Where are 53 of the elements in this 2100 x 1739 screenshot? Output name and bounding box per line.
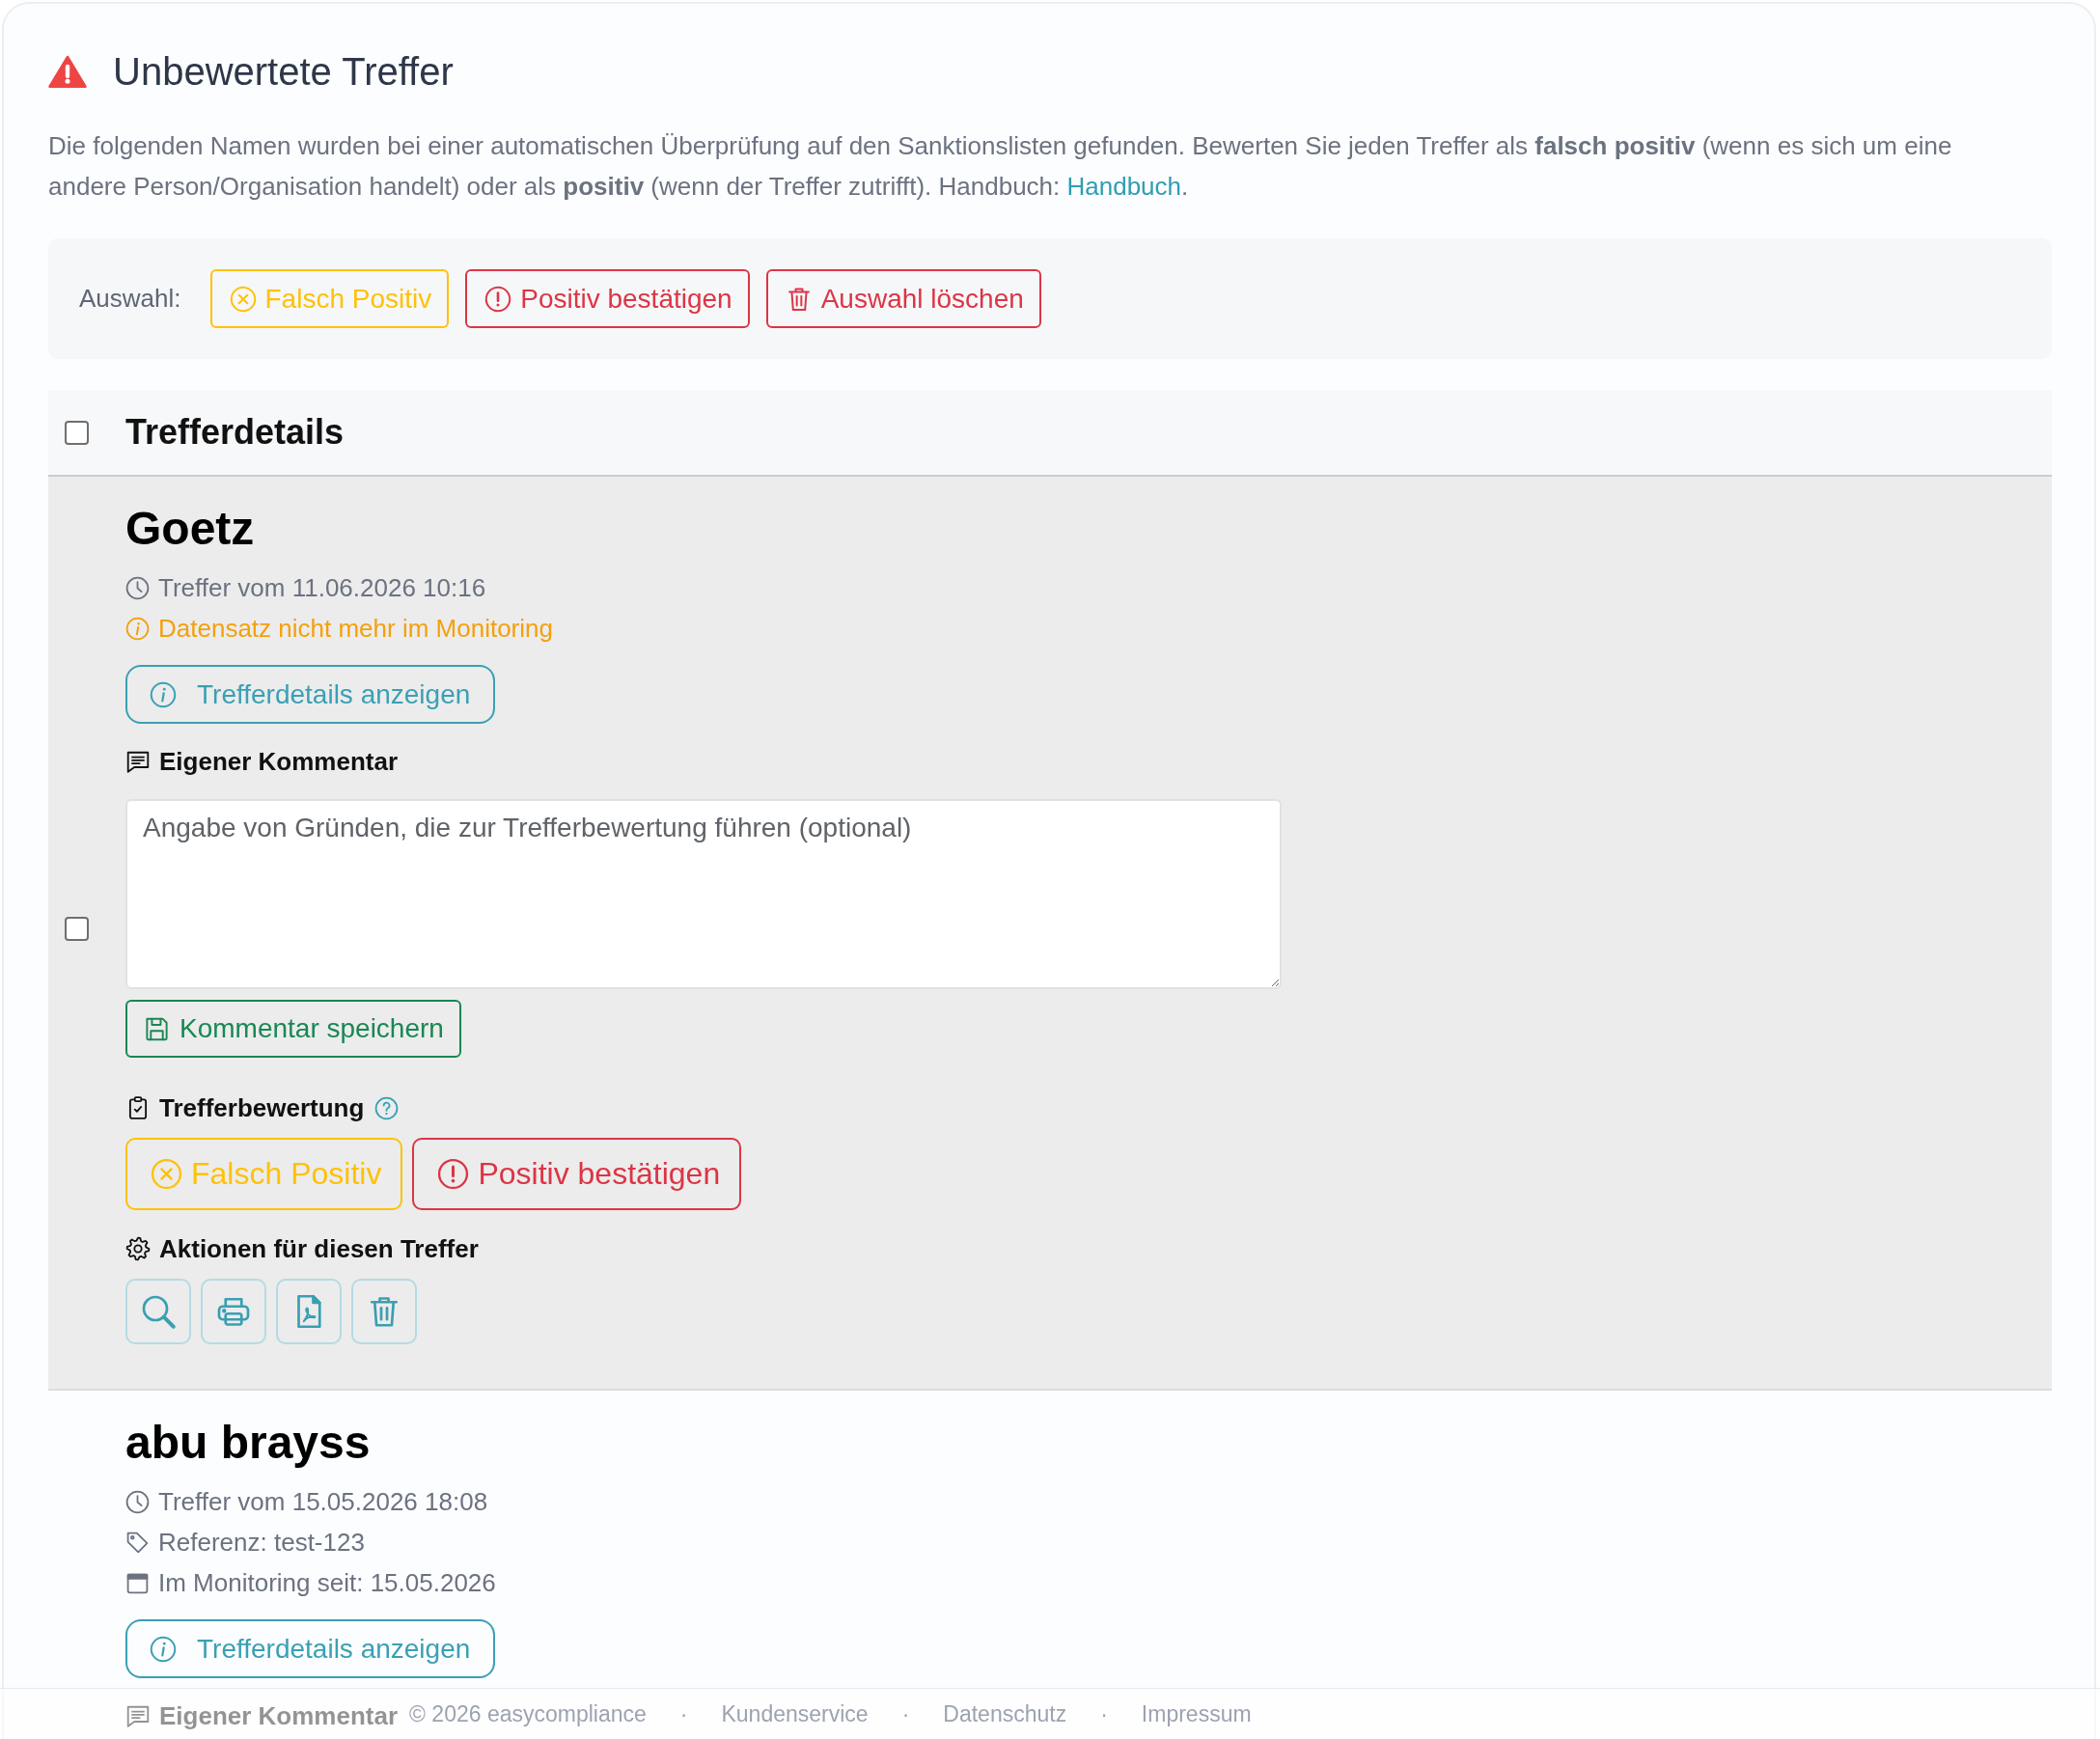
footer-separator: ·: [1100, 1700, 1108, 1727]
save-comment-button[interactable]: Kommentar speichern: [125, 1000, 461, 1058]
details-button[interactable]: Trefferdetails anzeigen: [125, 1619, 496, 1678]
delete-selection-button[interactable]: Auswahl löschen: [765, 269, 1041, 328]
confirm-positive-button[interactable]: Positiv bestätigen: [412, 1138, 742, 1210]
settings-icon: [125, 1236, 151, 1261]
selection-label: Auswahl:: [79, 284, 181, 314]
clock-icon: [125, 575, 150, 600]
confirm-positive-button[interactable]: Positiv bestätigen: [465, 269, 750, 328]
exclamation-circle-icon: [484, 285, 512, 313]
reference-text: Referenz: test-123: [158, 1527, 365, 1559]
warning-icon: [48, 54, 87, 89]
chat-icon: [125, 1703, 151, 1728]
chat-icon: [125, 749, 151, 774]
false-positive-button[interactable]: Falsch Positiv: [209, 269, 450, 328]
info-icon: [150, 680, 177, 708]
rating-label: Trefferbewertung: [159, 1092, 365, 1123]
print-button[interactable]: [201, 1279, 266, 1344]
monitoring-warning-text: Datensatz nicht mehr im Monitoring: [158, 613, 553, 645]
help-icon[interactable]: [374, 1095, 400, 1120]
hit-timestamp: Treffer vom 15.05.2026 18:08: [158, 1486, 488, 1518]
search-icon: [141, 1294, 176, 1329]
x-circle-icon: [229, 285, 257, 313]
hit-timestamp: Treffer vom 11.06.2026 10:16: [158, 572, 486, 604]
hit-name: Goetz: [125, 502, 255, 556]
column-header: Trefferdetails: [125, 412, 345, 453]
footer-separator: ·: [901, 1700, 910, 1727]
comment-label: Eigener Kommentar: [159, 1700, 399, 1731]
exclamation-circle-icon: [437, 1158, 470, 1190]
tag-icon: [125, 1530, 150, 1555]
info-icon: [150, 1635, 177, 1663]
footer-link[interactable]: Kundenservice: [721, 1700, 869, 1727]
manual-link[interactable]: Handbuch: [1066, 172, 1182, 201]
footer-link[interactable]: Impressum: [1141, 1700, 1252, 1727]
actions-label: Aktionen für diesen Treffer: [159, 1233, 479, 1264]
x-circle-icon: [151, 1158, 182, 1190]
page-title: Unbewertete Treffer: [113, 49, 454, 95]
monitoring-since-text: Im Monitoring seit: 15.05.2026: [158, 1567, 496, 1599]
clock-icon: [125, 1489, 150, 1514]
footer-link[interactable]: Datenschutz: [943, 1700, 1067, 1727]
description-text: Die folgenden Namen wurden bei einer automatischen Überprüfung auf den Sanktionslisten gefunden. Bewerten Sie jeden Treffer als falsch positiv (wenn es sich um eine andere Person/Organisation handelt) oder als positiv (wenn der Treffer zutrifft). Handbuch: Handbuch.: [48, 130, 1953, 203]
search-button[interactable]: [125, 1279, 191, 1344]
select-all-checkbox[interactable]: [65, 420, 89, 445]
pdf-button[interactable]: [276, 1279, 342, 1344]
row-checkbox[interactable]: [65, 916, 89, 941]
footer-separator: ·: [679, 1700, 688, 1727]
info-icon: [125, 616, 150, 641]
comment-label: Eigener Kommentar: [159, 746, 399, 777]
comment-field[interactable]: Angabe von Gründen, die zur Trefferbewertung führen (optional): [125, 799, 1282, 989]
delete-button[interactable]: [351, 1279, 417, 1344]
copyright-text: © 2026 easycompliance: [409, 1700, 647, 1727]
hit-name: abu brayss: [125, 1416, 371, 1470]
details-button[interactable]: Trefferdetails anzeigen: [125, 665, 496, 724]
